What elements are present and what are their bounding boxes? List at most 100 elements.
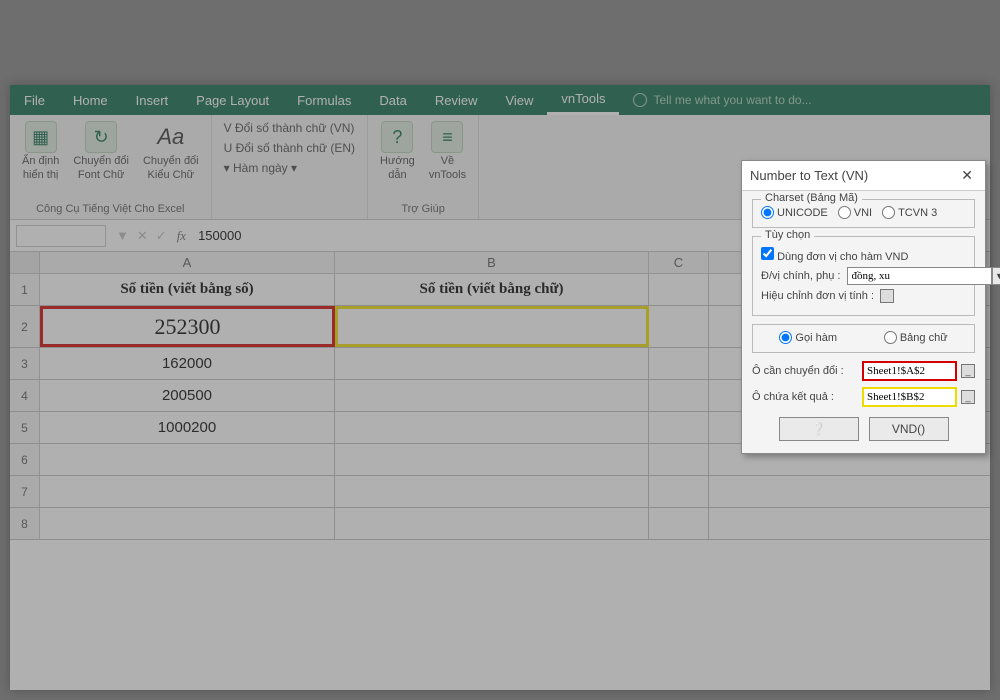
tab-data[interactable]: Data — [365, 85, 420, 115]
src-cell-input[interactable] — [862, 361, 957, 381]
row-header[interactable]: 5 — [10, 412, 40, 443]
tell-me[interactable]: Tell me what you want to do... — [619, 85, 990, 115]
help-button[interactable]: ❔ — [779, 417, 859, 441]
dropdown-icon[interactable]: ▼ — [992, 267, 1000, 285]
cell[interactable] — [709, 508, 969, 539]
src-cell-label: Ô cần chuyển đổi : — [752, 365, 858, 377]
cell[interactable] — [649, 274, 709, 305]
vnd-button[interactable]: VND() — [869, 417, 949, 441]
btn-label: Về vnTools — [429, 155, 466, 183]
btn-guide[interactable]: ?Hướng dẫn — [376, 119, 419, 185]
radio-label: Bảng chữ — [900, 332, 948, 344]
group-label — [220, 201, 359, 217]
cell-B4[interactable] — [335, 380, 649, 411]
btn-hide-show[interactable]: ▦Ẩn định hiển thị — [18, 119, 63, 185]
cell-A3[interactable]: 162000 — [40, 348, 335, 379]
col-header-C[interactable]: C — [649, 252, 709, 273]
btn-label: Chuyển đổi Font Chữ — [73, 155, 129, 183]
cell[interactable] — [335, 444, 649, 475]
ribbon: ▦Ẩn định hiển thị ↻Chuyển đổi Font Chữ A… — [10, 115, 990, 220]
btn-label: Chuyển đổi Kiểu Chữ — [143, 155, 199, 183]
cell[interactable] — [335, 508, 649, 539]
radio-input[interactable] — [779, 331, 792, 344]
chk-use-unit[interactable]: Dùng đơn vị cho hàm VND — [761, 247, 908, 263]
cell-B1[interactable]: Số tiền (viết bằng chữ) — [335, 274, 649, 305]
btn-date-funcs[interactable]: ▾ Hàm ngày ▾ — [220, 159, 359, 177]
cancel-icon[interactable]: ✕ — [133, 228, 152, 244]
row-header[interactable]: 7 — [10, 476, 40, 507]
fx-icon[interactable]: fx — [171, 228, 192, 244]
range-picker-icon[interactable]: _ — [961, 364, 975, 378]
group-label: Trợ Giúp — [376, 201, 470, 217]
radio-tcvn3[interactable]: TCVN 3 — [882, 206, 937, 219]
radio-vni[interactable]: VNI — [838, 206, 872, 219]
select-all-corner[interactable] — [10, 252, 40, 273]
tab-insert[interactable]: Insert — [122, 85, 183, 115]
tab-vntools[interactable]: vnTools — [547, 85, 619, 115]
dst-cell-input[interactable] — [862, 387, 957, 407]
cell-A4[interactable]: 200500 — [40, 380, 335, 411]
unit-input[interactable] — [847, 267, 992, 285]
confirm-icon[interactable]: ✓ — [152, 228, 171, 244]
row-header[interactable]: 2 — [10, 306, 40, 347]
cell[interactable] — [649, 348, 709, 379]
btn-num2text-en[interactable]: U Đổi số thành chữ (EN) — [220, 139, 359, 157]
col-header-A[interactable]: A — [40, 252, 335, 273]
btn-num2text-vn[interactable]: V Đổi số thành chữ (VN) — [220, 119, 359, 137]
options-legend: Tùy chọn — [761, 229, 814, 241]
cell[interactable] — [40, 444, 335, 475]
close-icon[interactable]: ✕ — [957, 167, 977, 184]
cell[interactable] — [649, 306, 709, 347]
cell-A5[interactable]: 1000200 — [40, 412, 335, 443]
radio-unicode[interactable]: UNICODE — [761, 206, 828, 219]
dialog-title: Number to Text (VN) — [750, 168, 868, 183]
table-row: 8 — [10, 508, 990, 540]
row-header[interactable]: 1 — [10, 274, 40, 305]
btn-convert-style[interactable]: AaChuyển đổi Kiểu Chữ — [139, 119, 203, 185]
range-picker-icon[interactable]: _ — [961, 390, 975, 404]
row-header[interactable]: 6 — [10, 444, 40, 475]
radio-table[interactable]: Bảng chữ — [884, 331, 948, 344]
tab-file[interactable]: File — [10, 85, 59, 115]
help-icon: ? — [381, 121, 413, 153]
cell[interactable] — [40, 508, 335, 539]
name-box[interactable] — [16, 225, 106, 247]
radio-label: VNI — [854, 207, 872, 219]
radio-call-func[interactable]: Gọi hàm — [779, 331, 837, 344]
btn-label: Hướng dẫn — [380, 155, 415, 183]
cell[interactable] — [649, 508, 709, 539]
checkbox-input[interactable] — [761, 247, 774, 260]
adjust-picker[interactable] — [880, 289, 894, 303]
btn-about[interactable]: ≡Về vnTools — [425, 119, 470, 185]
cell-B3[interactable] — [335, 348, 649, 379]
btn-convert-font[interactable]: ↻Chuyển đổi Font Chữ — [69, 119, 133, 185]
radio-input[interactable] — [838, 206, 851, 219]
radio-label: TCVN 3 — [898, 207, 937, 219]
col-header-B[interactable]: B — [335, 252, 649, 273]
row-header[interactable]: 4 — [10, 380, 40, 411]
dropdown-icon[interactable]: ▼ — [112, 228, 133, 243]
table-row: 7 — [10, 476, 990, 508]
cell-A2[interactable]: 252300 — [40, 306, 335, 347]
cell[interactable] — [40, 476, 335, 507]
cell[interactable] — [649, 444, 709, 475]
radio-input[interactable] — [884, 331, 897, 344]
cell[interactable] — [335, 476, 649, 507]
tab-view[interactable]: View — [491, 85, 547, 115]
cell-A1[interactable]: Số tiền (viết bằng số) — [40, 274, 335, 305]
radio-input[interactable] — [882, 206, 895, 219]
cell-B5[interactable] — [335, 412, 649, 443]
tab-home[interactable]: Home — [59, 85, 122, 115]
cell[interactable] — [649, 476, 709, 507]
row-header[interactable]: 8 — [10, 508, 40, 539]
cell[interactable] — [649, 380, 709, 411]
cell[interactable] — [649, 412, 709, 443]
cell-B2[interactable] — [335, 306, 649, 347]
radio-input[interactable] — [761, 206, 774, 219]
tab-pagelayout[interactable]: Page Layout — [182, 85, 283, 115]
row-header[interactable]: 3 — [10, 348, 40, 379]
refresh-icon: ↻ — [85, 121, 117, 153]
tab-formulas[interactable]: Formulas — [283, 85, 365, 115]
cell[interactable] — [709, 476, 969, 507]
tab-review[interactable]: Review — [421, 85, 492, 115]
